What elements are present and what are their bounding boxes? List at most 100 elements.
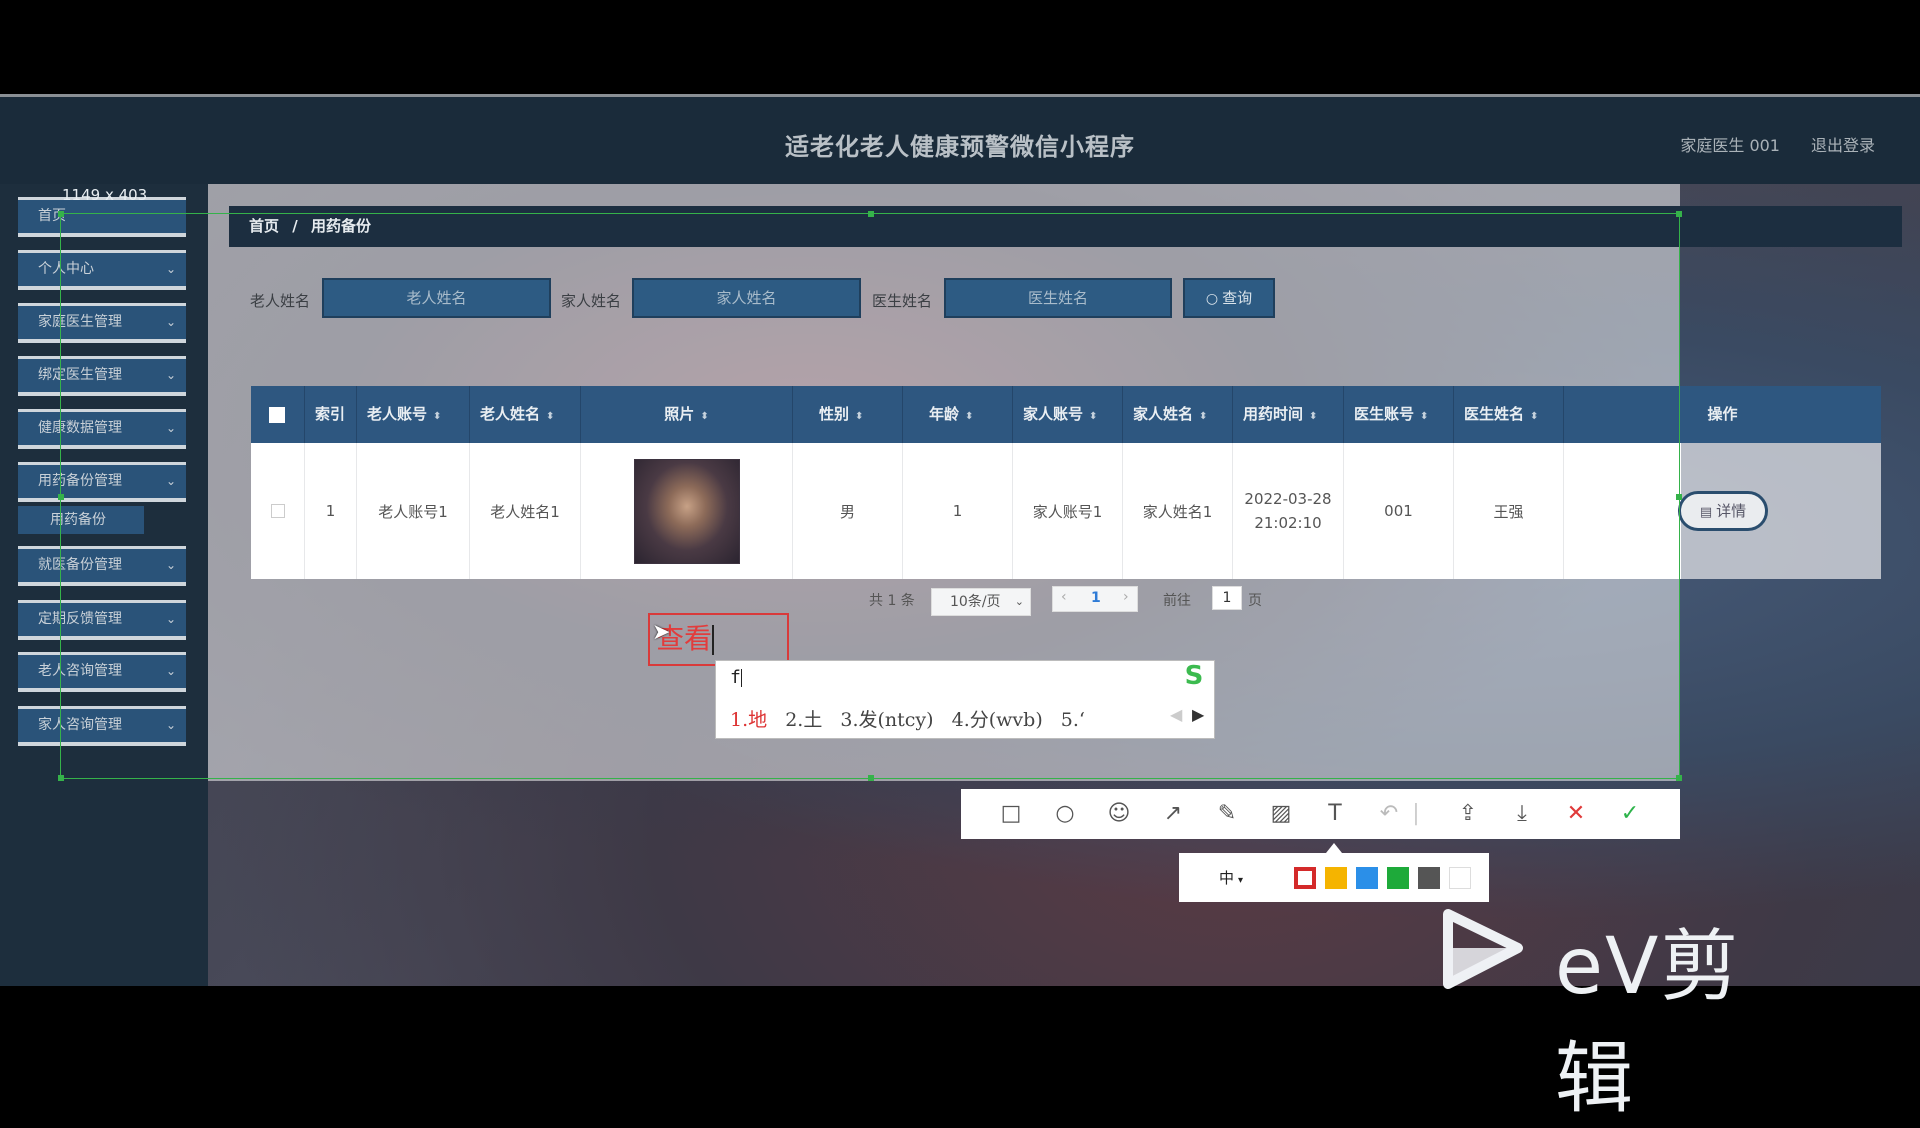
detail-button[interactable]: ▤ 详情	[1678, 491, 1768, 531]
page-size-select[interactable]: 10条/页 ⌄	[931, 588, 1031, 616]
next-page-icon[interactable]: ›	[1123, 589, 1129, 605]
doctor-name-input[interactable]: 医生姓名	[944, 278, 1172, 318]
color-swatch-yellow[interactable]	[1325, 867, 1347, 889]
sidebar-item-bound-doctor[interactable]: 绑定医生管理 ⌄	[18, 356, 186, 396]
chevron-down-icon: ⌄	[1014, 595, 1024, 608]
ime-next-icon[interactable]: ▶	[1192, 705, 1204, 724]
confirm-icon[interactable]: ✓	[1613, 797, 1647, 831]
cell-elder-account: 老人账号1	[357, 443, 470, 579]
color-swatch-red[interactable]	[1294, 867, 1316, 889]
color-palette: 中 ▾	[1179, 853, 1489, 902]
header-medication-time[interactable]: 用药时间 ⬍	[1233, 386, 1344, 443]
pen-size-select[interactable]: 中 ▾	[1203, 866, 1277, 890]
select-all-checkbox[interactable]	[251, 386, 305, 443]
sidebar-item-personal-center[interactable]: 个人中心 ⌄	[18, 250, 186, 290]
mosaic-icon[interactable]: ▨	[1264, 797, 1298, 831]
sort-icon[interactable]: ⬍	[1199, 411, 1207, 422]
sidebar-item-family-doctor[interactable]: 家庭医生管理 ⌄	[18, 303, 186, 343]
sort-icon[interactable]: ⬍	[1089, 411, 1097, 422]
sidebar-item-visit-backup[interactable]: 就医备份管理 ⌄	[18, 546, 186, 586]
total-count: 共 1 条	[869, 593, 915, 609]
color-swatch-gray[interactable]	[1418, 867, 1440, 889]
sort-icon[interactable]: ⬍	[700, 411, 708, 422]
cell-family-name: 家人姓名1	[1123, 443, 1233, 579]
header-age[interactable]: 年龄 ⬍	[903, 386, 1013, 443]
breadcrumb: 首页 / 用药备份	[229, 206, 1902, 247]
sort-icon[interactable]: ⬍	[546, 411, 554, 422]
sidebar-item-label: 健康数据管理	[38, 420, 122, 436]
rectangle-icon[interactable]: □	[994, 797, 1028, 831]
sidebar: 首页 个人中心 ⌄ 家庭医生管理 ⌄ 绑定医生管理 ⌄ 健康数据管理 ⌄ 用药备份管理 ⌄…	[0, 184, 208, 986]
elder-name-input[interactable]: 老人姓名	[322, 278, 551, 318]
page-number-current[interactable]: 1	[1091, 590, 1101, 606]
header-elder-account[interactable]: 老人账号 ⬍	[357, 386, 470, 443]
sort-icon[interactable]: ⬍	[1309, 411, 1317, 422]
header-family-name[interactable]: 家人姓名 ⬍	[1123, 386, 1233, 443]
sort-icon[interactable]: ⬍	[965, 411, 973, 422]
color-swatch-green[interactable]	[1387, 867, 1409, 889]
search-button[interactable]: ○ 查询	[1183, 278, 1275, 318]
color-swatch-blue[interactable]	[1356, 867, 1378, 889]
sidebar-item-label: 家人咨询管理	[38, 717, 122, 733]
sort-icon[interactable]: ⬍	[433, 411, 441, 422]
arrow-icon[interactable]: ↗	[1156, 797, 1190, 831]
logout-link[interactable]: 退出登录	[1811, 132, 1875, 156]
sort-icon[interactable]: ⬍	[855, 411, 863, 422]
ime-candidate[interactable]: 2.土	[785, 709, 822, 731]
ime-candidate[interactable]: 4.分(wvb)	[952, 709, 1043, 731]
close-icon[interactable]: ✕	[1559, 797, 1593, 831]
sort-icon[interactable]: ⬍	[1530, 411, 1538, 422]
header-elder-name[interactable]: 老人姓名 ⬍	[470, 386, 581, 443]
sidebar-item-elder-consult[interactable]: 老人咨询管理 ⌄	[18, 652, 186, 692]
color-swatch-white[interactable]	[1449, 867, 1471, 889]
share-icon[interactable]: ⇪	[1451, 797, 1485, 831]
ellipse-icon[interactable]: ○	[1048, 797, 1082, 831]
screenshot-toolbar: □ ○ ☺ ↗ ✎ ▨ T ↶ | ⇪ ⤓ ✕ ✓	[961, 789, 1680, 839]
family-name-input[interactable]: 家人姓名	[632, 278, 861, 318]
screen: 适老化老人健康预警微信小程序 家庭医生 001 退出登录 首页 个人中心 ⌄ 家庭…	[0, 0, 1920, 1124]
text-icon[interactable]: T	[1318, 797, 1352, 831]
chevron-down-icon: ⌄	[165, 718, 176, 732]
header-photo[interactable]: 照片 ⬍	[581, 386, 793, 443]
ime-candidates: 1.地 2.土 3.发(ntcy) 4.分(wvb) 5.‘	[730, 705, 1085, 732]
ime-candidate[interactable]: 5.‘	[1061, 709, 1085, 731]
cell-medication-time: 2022-03-28 21:02:10	[1233, 443, 1344, 579]
ime-candidate[interactable]: 1.地	[730, 709, 767, 731]
elder-photo[interactable]	[633, 458, 740, 564]
sort-icon[interactable]: ⬍	[1420, 411, 1428, 422]
header-family-account[interactable]: 家人账号 ⬍	[1013, 386, 1123, 443]
header-doctor-name[interactable]: 医生姓名 ⬍	[1454, 386, 1564, 443]
app-title: 适老化老人健康预警微信小程序	[785, 133, 1135, 161]
pen-icon[interactable]: ✎	[1210, 797, 1244, 831]
header-actions: 操作	[1707, 405, 1738, 423]
row-checkbox[interactable]	[251, 443, 305, 579]
pagination: 共 1 条 10条/页 ⌄ ‹ 1 › 前往 1 页	[0, 586, 1920, 618]
toolbar-pointer	[1326, 843, 1342, 853]
sidebar-subitem-medication-backup[interactable]: 用药备份	[18, 506, 144, 534]
cell-family-account: 家人账号1	[1013, 443, 1123, 579]
sidebar-item-family-consult[interactable]: 家人咨询管理 ⌄	[18, 706, 186, 746]
sidebar-item-medication-backup[interactable]: 用药备份管理 ⌄	[18, 462, 186, 502]
toolbar-divider: |	[1412, 801, 1420, 826]
ime-prev-icon[interactable]: ◀	[1170, 705, 1182, 724]
header-gender[interactable]: 性别 ⬍	[793, 386, 903, 443]
breadcrumb-home[interactable]: 首页	[249, 217, 279, 235]
doctor-name-label: 医生姓名	[872, 292, 933, 310]
document-icon: ▤	[1699, 505, 1713, 520]
ime-candidate-window: f S 1.地 2.土 3.发(ntcy) 4.分(wvb) 5.‘ ◀ ▶	[715, 660, 1215, 739]
search-icon: ○	[1205, 291, 1219, 307]
prev-page-icon[interactable]: ‹	[1061, 589, 1067, 605]
family-name-label: 家人姓名	[561, 292, 622, 310]
cell-doctor-account: 001	[1344, 443, 1454, 579]
emoji-icon[interactable]: ☺	[1102, 797, 1136, 831]
play-logo-icon	[1443, 909, 1523, 989]
download-icon[interactable]: ⤓	[1505, 797, 1539, 831]
chevron-down-icon: ▾	[1238, 875, 1244, 886]
sidebar-item-label: 绑定医生管理	[38, 367, 122, 383]
elder-name-label: 老人姓名	[250, 292, 311, 310]
goto-page-input[interactable]: 1	[1212, 586, 1242, 610]
header-doctor-account[interactable]: 医生账号 ⬍	[1344, 386, 1454, 443]
sidebar-item-health-data[interactable]: 健康数据管理 ⌄	[18, 409, 186, 449]
undo-icon[interactable]: ↶	[1372, 797, 1406, 831]
ime-candidate[interactable]: 3.发(ntcy)	[840, 709, 933, 731]
